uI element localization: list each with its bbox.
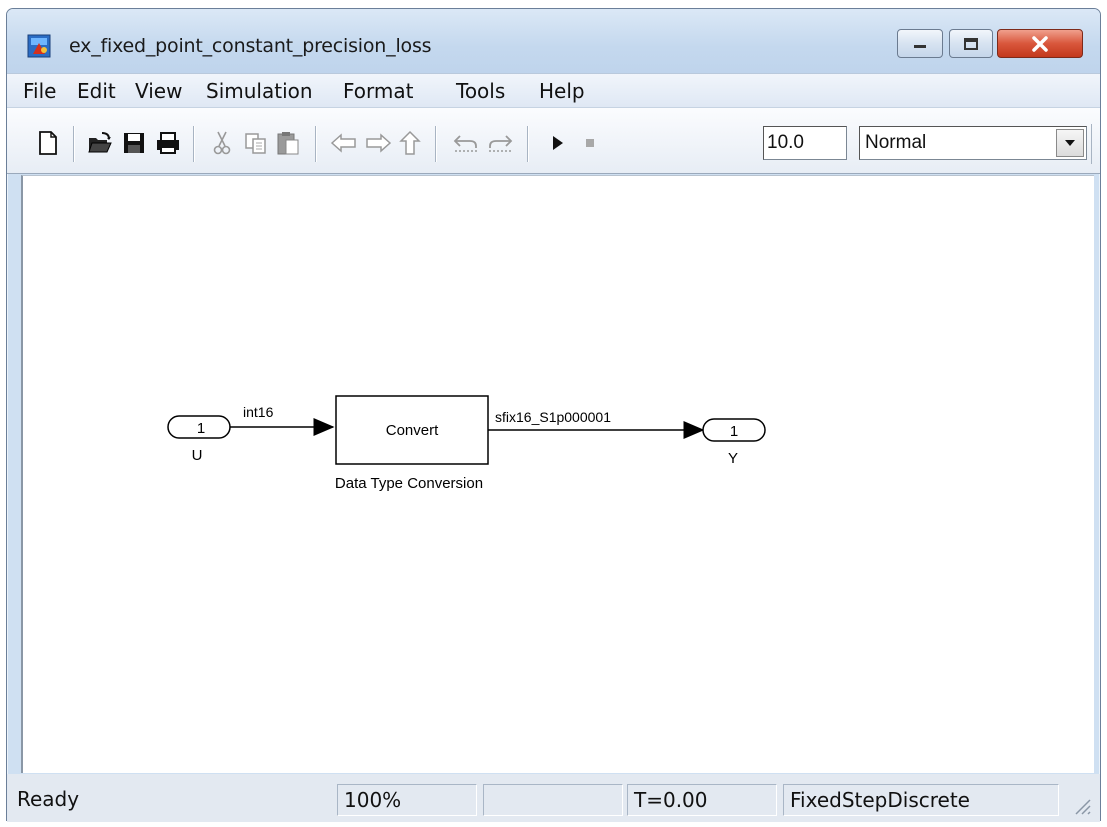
title-bar: ex_fixed_point_constant_precision_loss (7, 9, 1100, 73)
copy-icon (245, 133, 266, 154)
resize-grip-icon[interactable] (1072, 796, 1092, 816)
outport-number: 1 (730, 423, 738, 440)
block-text-convert: Convert (386, 422, 439, 439)
up-button[interactable] (395, 128, 425, 158)
menu-file[interactable]: File (21, 79, 58, 103)
simulation-mode-value: Normal (865, 132, 927, 153)
simulation-mode-select[interactable]: Normal (859, 126, 1087, 160)
menu-edit[interactable]: Edit (75, 79, 118, 103)
forward-arrow-icon (366, 133, 392, 153)
toolbar-separator (193, 126, 195, 162)
stop-icon (586, 139, 594, 147)
block-diagram: 1 U int16 Convert Data Type Conversion s… (167, 395, 766, 492)
data-type-conversion-block[interactable]: Convert (335, 395, 489, 465)
copy-button[interactable] (241, 128, 271, 158)
undo-icon (453, 135, 477, 152)
toolbar-separator (1091, 124, 1093, 164)
menu-tools[interactable]: Tools (454, 79, 507, 103)
open-folder-icon (88, 132, 112, 153)
back-button[interactable] (329, 128, 359, 158)
toolbar-separator (527, 126, 529, 162)
start-simulation-button[interactable] (543, 128, 573, 158)
menu-view[interactable]: View (133, 79, 184, 103)
open-button[interactable] (85, 128, 115, 158)
paste-icon (277, 132, 299, 155)
redo-icon (489, 135, 513, 152)
toolbar-separator (73, 126, 75, 162)
redo-button[interactable] (485, 128, 515, 158)
play-icon (553, 136, 563, 150)
inport-number: 1 (197, 420, 205, 437)
menu-simulation[interactable]: Simulation (204, 79, 315, 103)
status-bar: Ready 100% T=0.00 FixedStepDiscrete (7, 774, 1100, 822)
status-solver: FixedStepDiscrete (783, 784, 1059, 816)
minimize-button[interactable] (897, 29, 943, 58)
paste-button[interactable] (273, 128, 303, 158)
signal-label-int16: int16 (243, 404, 274, 420)
cut-icon (213, 131, 231, 155)
stop-simulation-button[interactable] (575, 128, 605, 158)
menu-bar: File Edit View Simulation Format Tools H… (7, 73, 1100, 107)
maximize-button[interactable] (949, 29, 993, 58)
status-time: T=0.00 (627, 784, 777, 816)
status-zoom: 100% (337, 784, 477, 816)
outport-name-label: Y (728, 450, 738, 467)
print-button[interactable] (153, 128, 183, 158)
toolbar-separator (315, 126, 317, 162)
new-model-button[interactable] (33, 128, 63, 158)
menu-help[interactable]: Help (537, 79, 587, 103)
toolbar: 10.0 Normal (7, 107, 1100, 174)
stop-time-input[interactable]: 10.0 (763, 126, 847, 160)
forward-button[interactable] (363, 128, 393, 158)
back-arrow-icon (330, 133, 356, 153)
simulink-app-icon (27, 34, 51, 58)
chevron-down-icon (1065, 140, 1075, 146)
cut-button[interactable] (207, 128, 237, 158)
save-icon (124, 133, 144, 153)
inport-name-label: U (192, 447, 203, 464)
undo-button[interactable] (451, 128, 481, 158)
block-name-label: Data Type Conversion (335, 475, 483, 492)
save-button[interactable] (119, 128, 149, 158)
minimize-icon (914, 44, 926, 48)
up-arrow-icon (399, 130, 421, 155)
close-icon (1032, 35, 1048, 52)
status-state: Ready (17, 787, 80, 811)
signal-label-sfix16: sfix16_S1p000001 (495, 409, 611, 425)
toolbar-separator (435, 126, 437, 162)
outport-block-y[interactable]: 1 (702, 418, 766, 442)
status-blank (483, 784, 623, 816)
dropdown-arrow-button[interactable] (1056, 129, 1084, 157)
window-title: ex_fixed_point_constant_precision_loss (69, 35, 432, 57)
new-file-icon (39, 131, 57, 155)
print-icon (157, 132, 179, 154)
maximize-icon (964, 37, 978, 50)
model-canvas[interactable]: 1 U int16 Convert Data Type Conversion s… (21, 175, 1094, 773)
menu-format[interactable]: Format (341, 79, 415, 103)
close-button[interactable] (997, 29, 1083, 58)
model-window: ex_fixed_point_constant_precision_loss F… (6, 8, 1101, 822)
inport-block-u[interactable]: 1 (167, 415, 231, 439)
